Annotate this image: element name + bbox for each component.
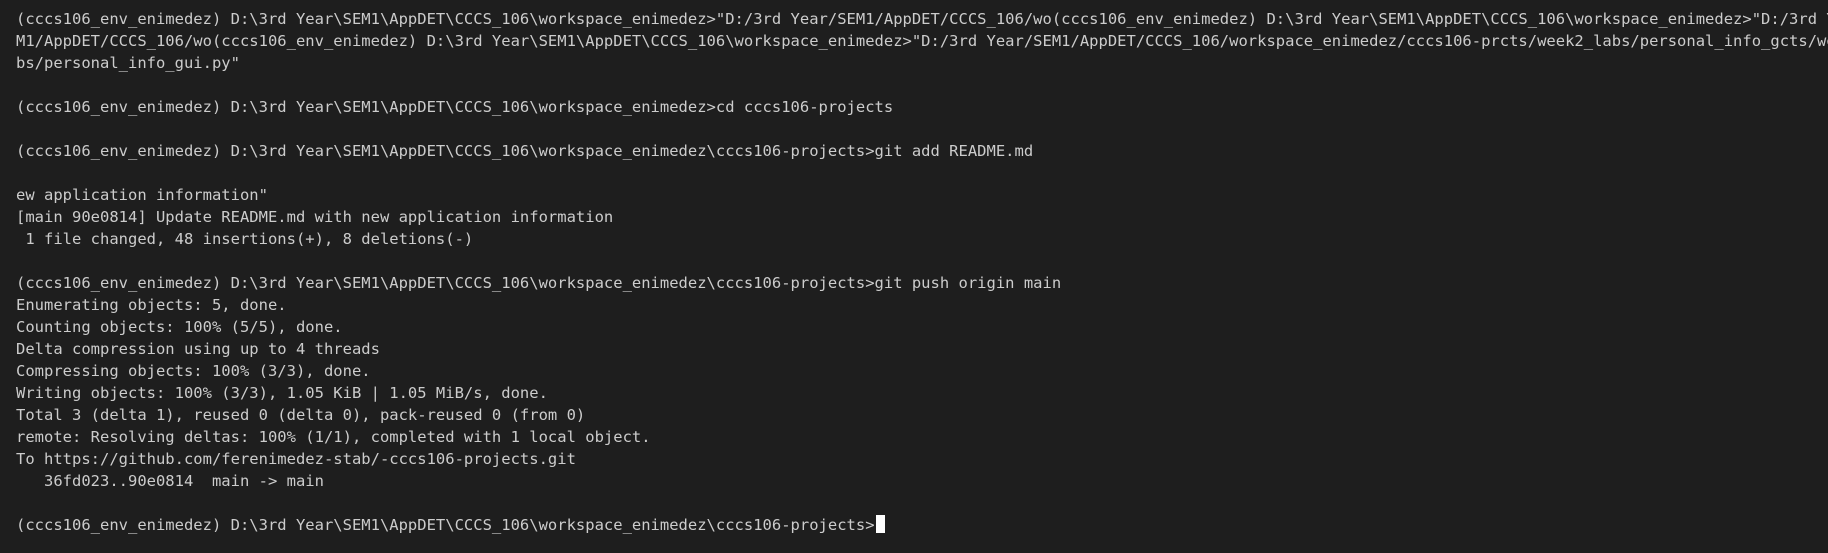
terminal-line: (cccs106_env_enimedez) D:\3rd Year\SEM1\… [16, 142, 1034, 160]
terminal-line: Enumerating objects: 5, done. [16, 296, 287, 314]
terminal-line: To https://github.com/ferenimedez-stab/-… [16, 450, 576, 468]
terminal-output: (cccs106_env_enimedez) D:\3rd Year\SEM1\… [16, 8, 1828, 536]
terminal-line: Compressing objects: 100% (3/3), done. [16, 362, 371, 380]
terminal-line: remote: Resolving deltas: 100% (1/1), co… [16, 428, 651, 446]
terminal-window[interactable]: (cccs106_env_enimedez) D:\3rd Year\SEM1\… [0, 0, 1828, 553]
terminal-line: [main 90e0814] Update README.md with new… [16, 208, 614, 226]
terminal-line: 36fd023..90e0814 main -> main [16, 472, 324, 490]
terminal-line: ew application information" [16, 186, 268, 204]
terminal-line: M1/AppDET/CCCS_106/wo(cccs106_env_enimed… [16, 32, 1828, 50]
terminal-line: Delta compression using up to 4 threads [16, 340, 380, 358]
terminal-line: Total 3 (delta 1), reused 0 (delta 0), p… [16, 406, 586, 424]
terminal-line: Counting objects: 100% (5/5), done. [16, 318, 343, 336]
terminal-line: 1 file changed, 48 insertions(+), 8 dele… [16, 230, 474, 248]
terminal-line: bs/personal_info_gui.py" [16, 54, 240, 72]
terminal-line: Writing objects: 100% (3/3), 1.05 KiB | … [16, 384, 548, 402]
terminal-line: (cccs106_env_enimedez) D:\3rd Year\SEM1\… [16, 98, 894, 116]
terminal-line: (cccs106_env_enimedez) D:\3rd Year\SEM1\… [16, 274, 1062, 292]
terminal-prompt-line[interactable]: (cccs106_env_enimedez) D:\3rd Year\SEM1\… [16, 514, 1828, 536]
terminal-line: (cccs106_env_enimedez) D:\3rd Year\SEM1\… [16, 10, 1828, 28]
terminal-prompt: (cccs106_env_enimedez) D:\3rd Year\SEM1\… [16, 516, 875, 534]
text-cursor [875, 515, 885, 533]
